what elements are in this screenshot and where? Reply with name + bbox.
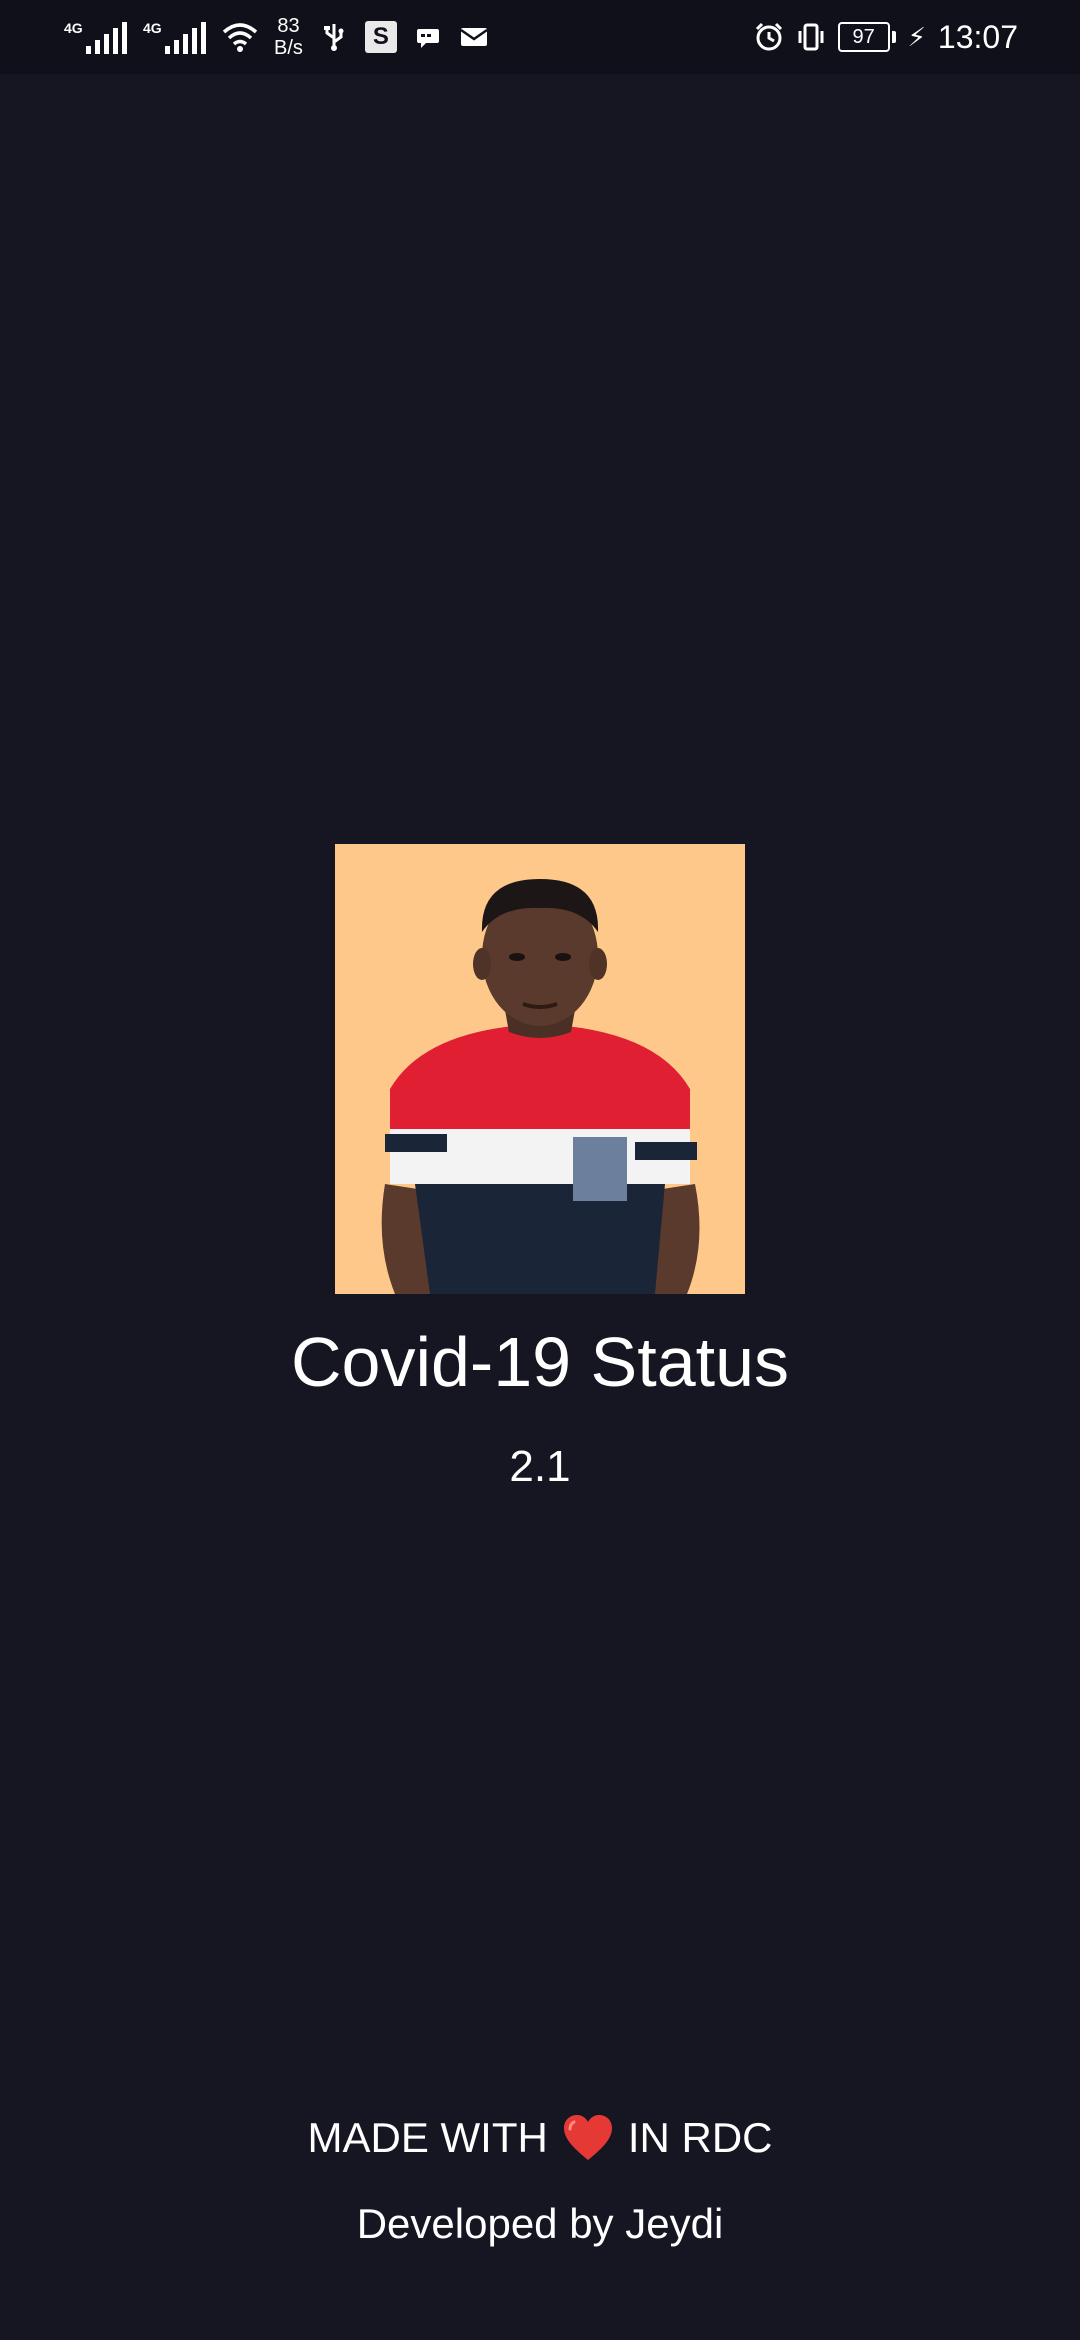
app-title: Covid-19 Status <box>290 1323 790 1401</box>
app-version: 2.1 <box>509 1442 571 1491</box>
network-speed-unit: B/s <box>274 37 303 59</box>
message-icon <box>416 29 439 48</box>
signal-icon: 4G <box>64 20 127 54</box>
usb-icon <box>323 24 344 51</box>
developer-portrait-illustration <box>335 844 745 1294</box>
signal-icon-2: 4G <box>143 20 206 54</box>
battery-indicator: 97 <box>837 22 896 52</box>
made-with-prefix: MADE WITH <box>307 2114 548 2161</box>
made-with-suffix: IN RDC <box>627 2114 773 2161</box>
network-gen-label: 4G <box>64 20 83 36</box>
network-speed: 83 B/s <box>274 15 303 59</box>
s-app-icon: S <box>364 21 397 53</box>
battery-level: 97 <box>837 22 890 52</box>
status-bar: 4G 4G 83 B/s S 97 ⚡ 13:07 <box>0 0 1080 74</box>
network-gen-label-2: 4G <box>143 20 162 36</box>
vibrate-icon <box>798 23 824 51</box>
developer-photo <box>335 844 745 1294</box>
made-with-love-line: MADE WITH IN RDC <box>0 2114 1080 2162</box>
status-bar-left: 4G 4G 83 B/s S <box>64 14 489 60</box>
network-speed-value: 83 <box>277 15 300 37</box>
status-bar-right: 97 ⚡ 13:07 <box>754 14 1018 60</box>
wifi-icon <box>222 23 258 52</box>
mail-icon <box>460 28 488 46</box>
alarm-icon <box>755 22 782 51</box>
status-time: 13:07 <box>937 18 1018 55</box>
developer-credit: Developed by Jeydi <box>356 2200 724 2247</box>
charging-bolt-icon: ⚡ <box>907 21 926 52</box>
heart-icon <box>563 2115 612 2160</box>
s-app-icon-label: S <box>372 23 389 50</box>
